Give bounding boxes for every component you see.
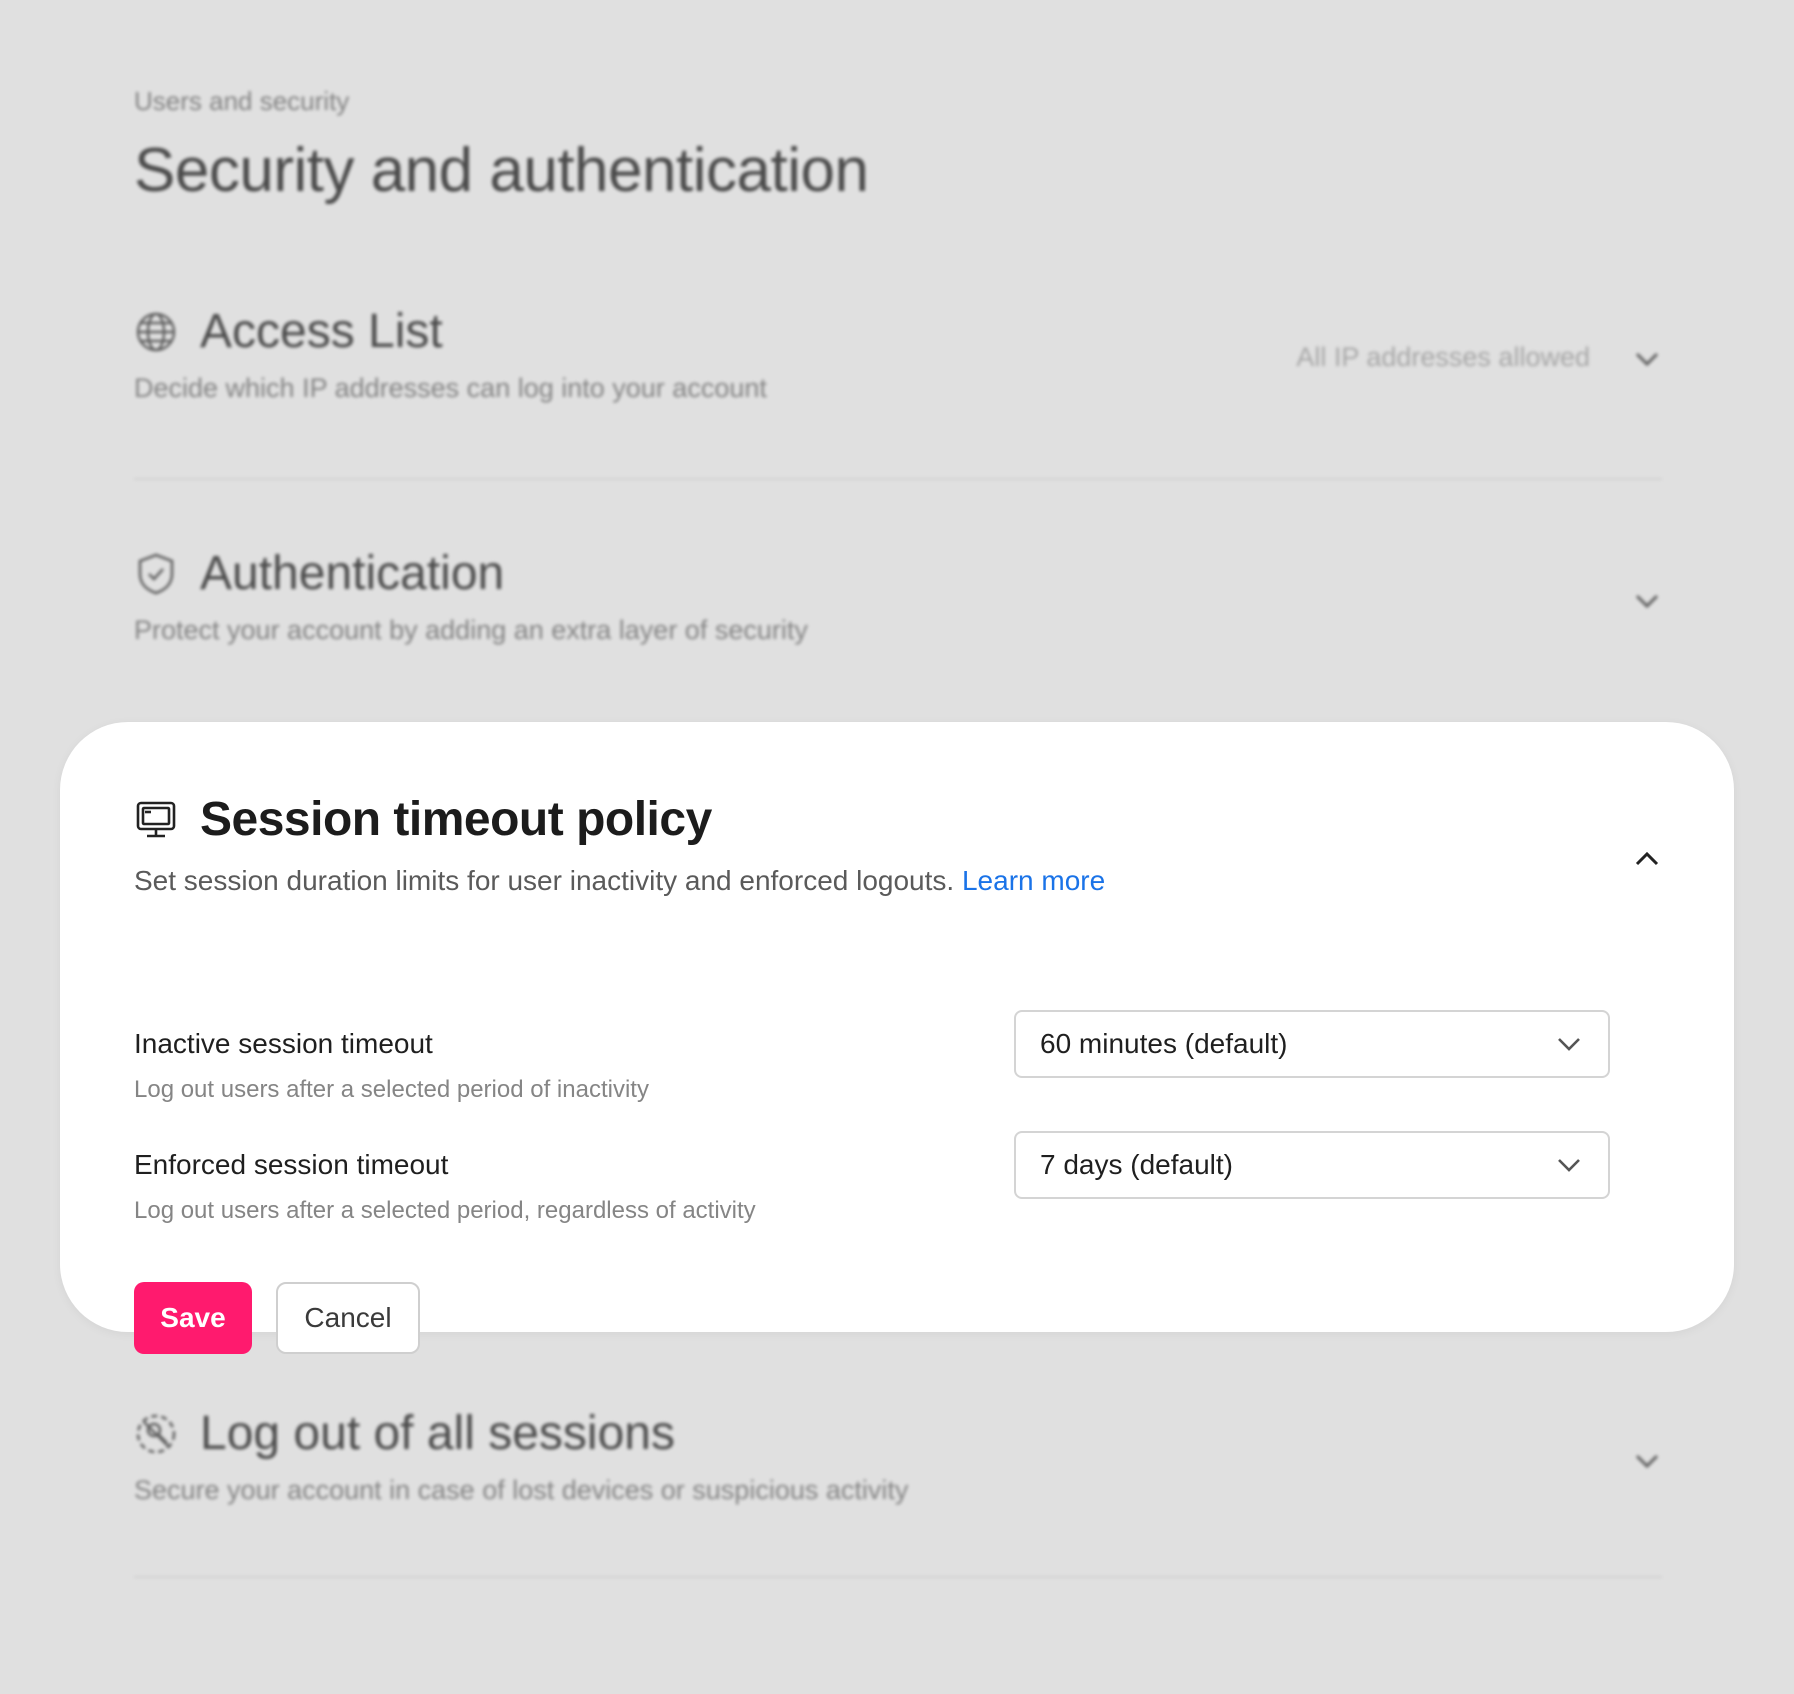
section-logout-all[interactable]: Log out of all sessions Secure your acco… bbox=[134, 1406, 1662, 1580]
learn-more-link[interactable]: Learn more bbox=[962, 865, 1105, 896]
select-value: 7 days (default) bbox=[1040, 1149, 1233, 1180]
section-title: Session timeout policy bbox=[200, 793, 712, 846]
inactive-timeout-select[interactable]: 60 minutes (default) bbox=[1014, 1010, 1610, 1078]
page-title: Security and authentication bbox=[134, 136, 869, 205]
enforced-timeout-row: Enforced session timeout Log out users a… bbox=[134, 1131, 1614, 1225]
chevron-up-icon[interactable] bbox=[1632, 844, 1662, 874]
section-description: Decide which IP addresses can log into y… bbox=[134, 373, 767, 403]
access-status: All IP addresses allowed bbox=[1296, 342, 1590, 372]
page-header: Users and security Security and authenti… bbox=[134, 86, 869, 206]
section-description: Secure your account in case of lost devi… bbox=[134, 1475, 909, 1505]
shield-check-icon bbox=[134, 552, 178, 596]
section-description: Protect your account by adding an extra … bbox=[134, 615, 808, 645]
chevron-down-icon[interactable] bbox=[1632, 1446, 1662, 1476]
chevron-down-icon bbox=[1554, 1029, 1584, 1059]
inactive-timeout-help: Log out users after a selected period of… bbox=[134, 1076, 649, 1103]
section-access-list[interactable]: Access List Decide which IP addresses ca… bbox=[134, 304, 1662, 482]
section-title: Log out of all sessions bbox=[200, 1407, 675, 1460]
enforced-timeout-help: Log out users after a selected period, r… bbox=[134, 1197, 756, 1224]
cancel-button[interactable]: Cancel bbox=[276, 1282, 420, 1354]
divider bbox=[134, 478, 1662, 480]
section-title: Authentication bbox=[200, 547, 505, 600]
description-text: Set session duration limits for user ina… bbox=[134, 865, 955, 896]
action-buttons: Save Cancel bbox=[134, 1282, 420, 1354]
globe-icon bbox=[134, 310, 178, 354]
section-title: Access List bbox=[200, 305, 443, 358]
save-button[interactable]: Save bbox=[134, 1282, 252, 1354]
inactive-timeout-row: Inactive session timeout Log out users a… bbox=[134, 1010, 1614, 1104]
enforced-timeout-select[interactable]: 7 days (default) bbox=[1014, 1131, 1610, 1199]
breadcrumb: Users and security bbox=[134, 86, 350, 116]
chevron-down-icon[interactable] bbox=[1632, 344, 1662, 374]
session-timeout-card: Session timeout policy Set session durat… bbox=[60, 722, 1734, 1354]
logout-sessions-icon bbox=[134, 1412, 178, 1456]
monitor-icon bbox=[134, 798, 178, 842]
section-description: Set session duration limits for user ina… bbox=[134, 865, 1662, 897]
chevron-down-icon bbox=[1554, 1150, 1584, 1180]
divider bbox=[134, 1576, 1662, 1578]
section-authentication[interactable]: Authentication Protect your account by a… bbox=[134, 546, 1662, 696]
select-value: 60 minutes (default) bbox=[1040, 1028, 1288, 1059]
chevron-down-icon[interactable] bbox=[1632, 586, 1662, 616]
